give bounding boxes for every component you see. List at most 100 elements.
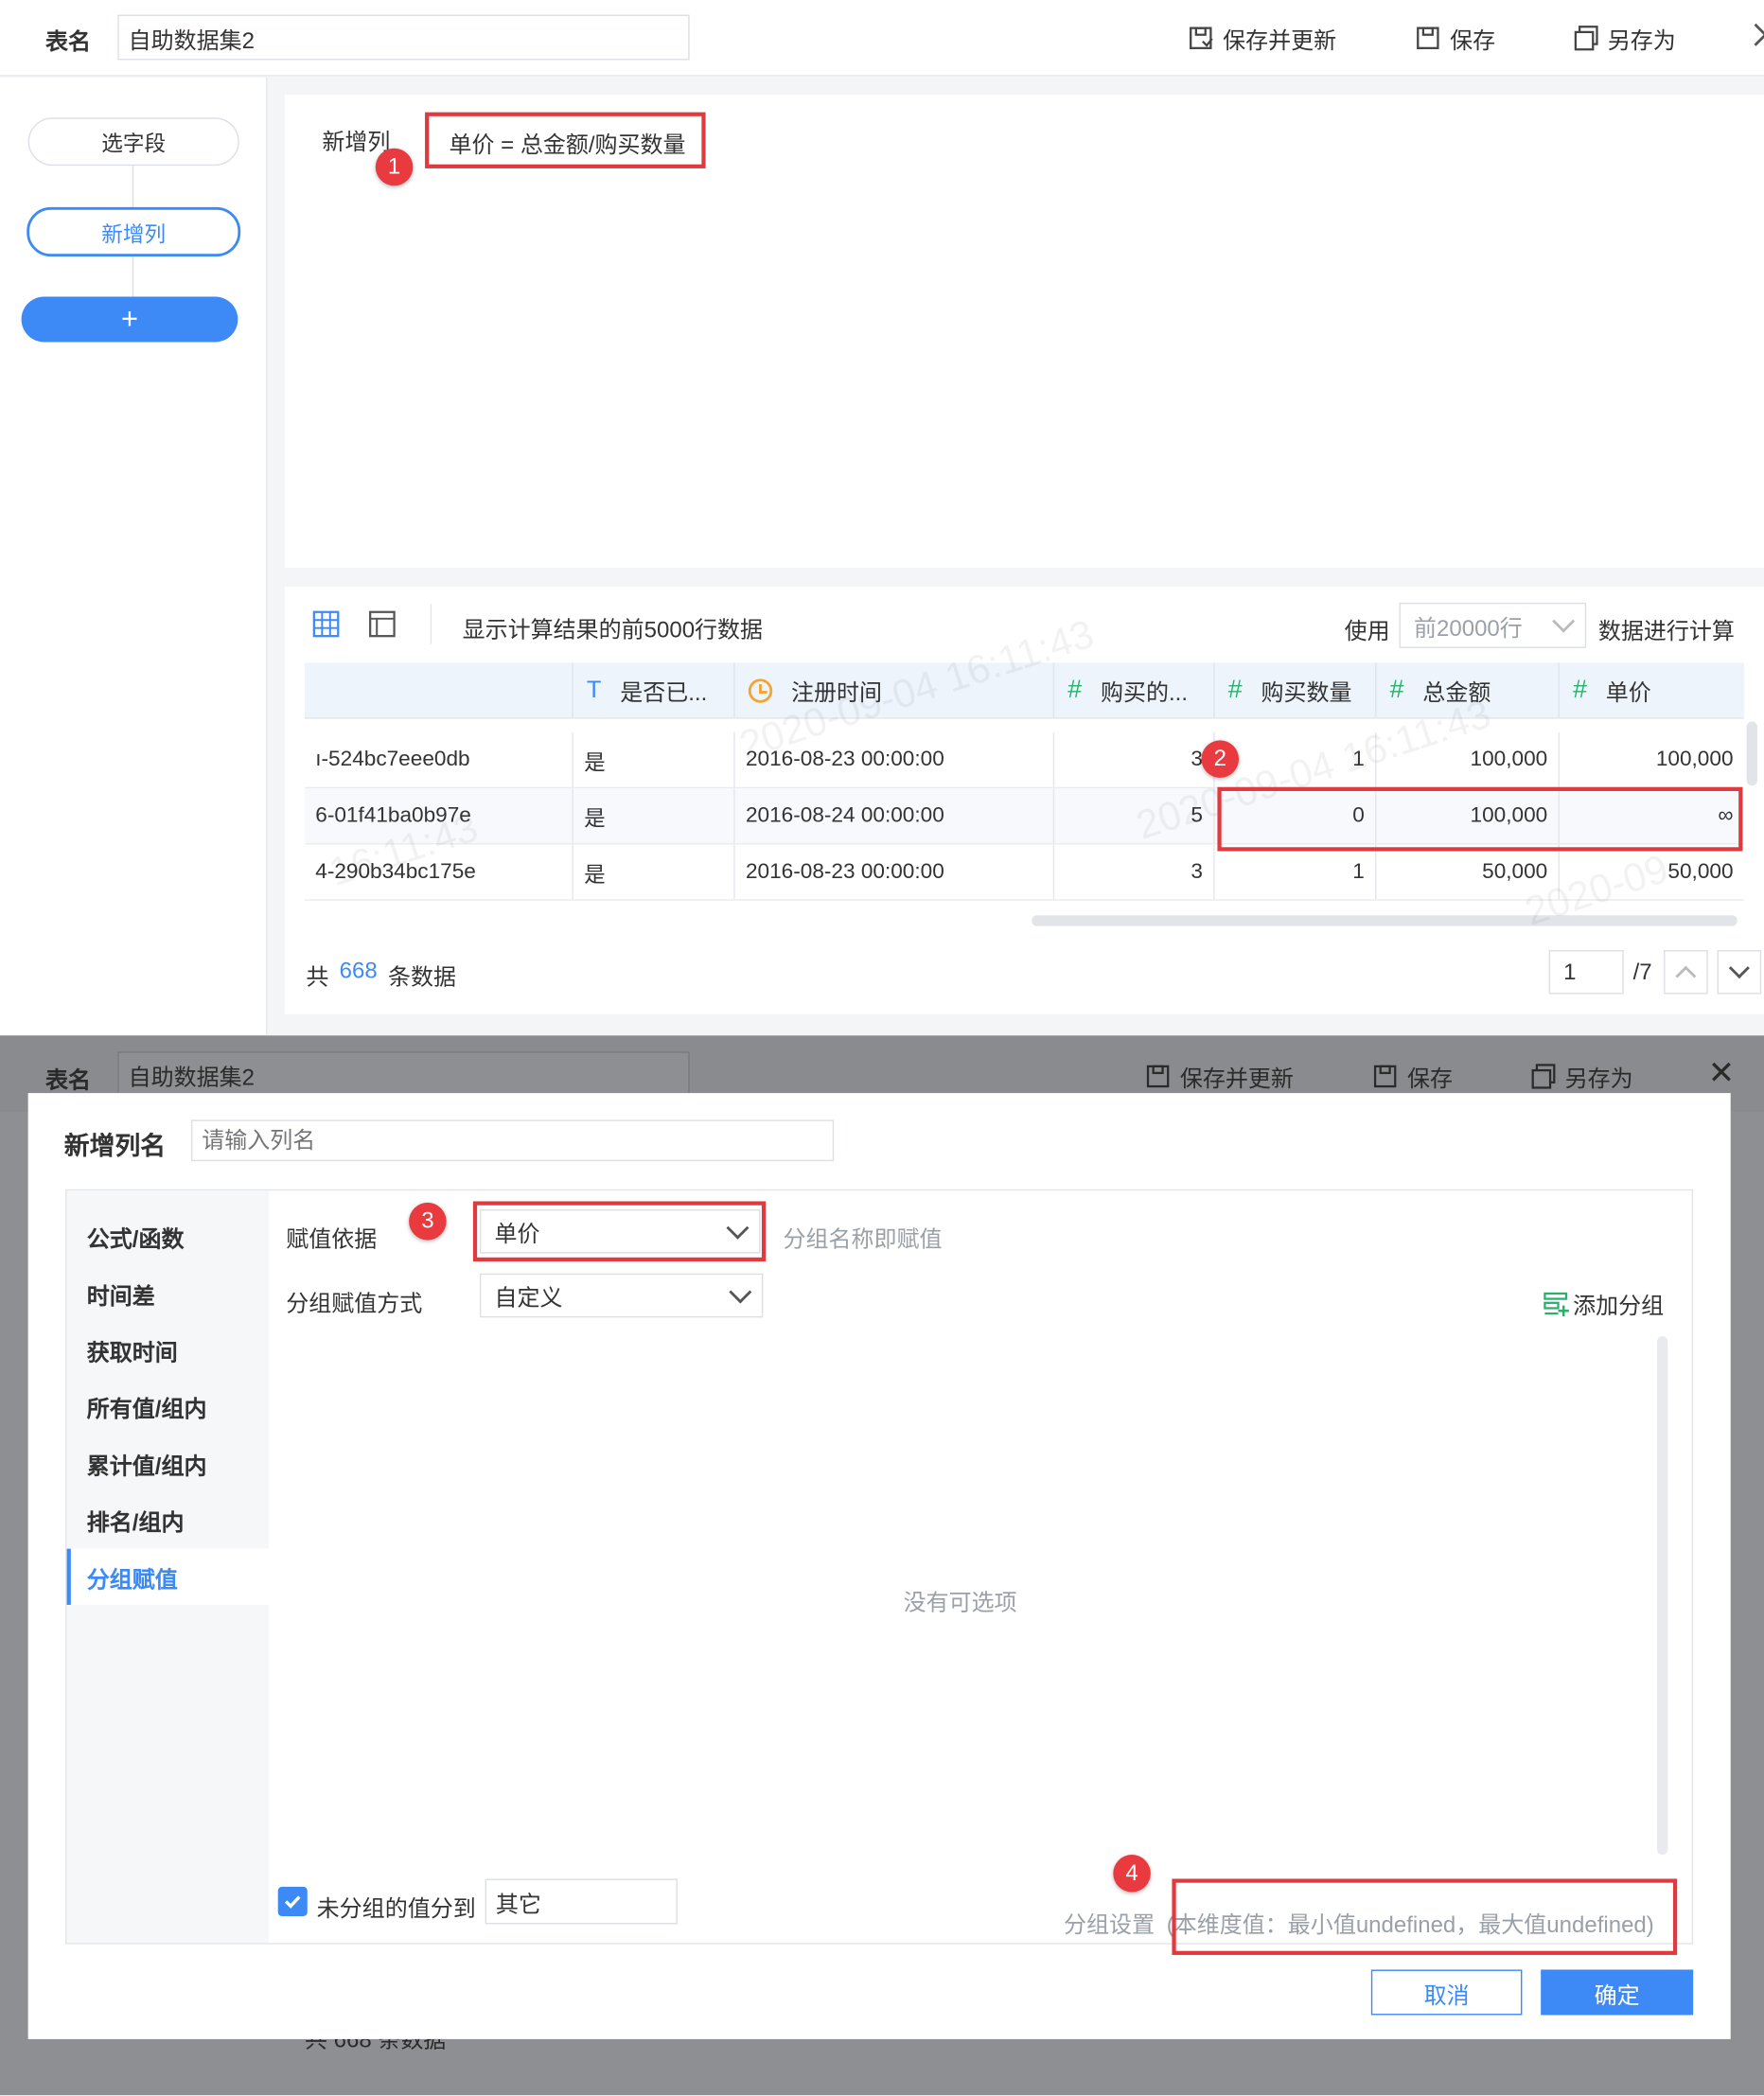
page-input[interactable]: 1 xyxy=(1548,950,1624,995)
nav-time-diff[interactable]: 时间差 xyxy=(67,1265,269,1321)
table-name-input[interactable]: 自助数据集2 xyxy=(117,14,690,61)
compute-label: 数据进行计算 xyxy=(1597,618,1735,644)
save-icon xyxy=(1373,1065,1397,1087)
dimmed-save-label: 保存 xyxy=(1406,1066,1453,1092)
confirm-button[interactable]: 确定 xyxy=(1541,1969,1694,2016)
table-row: ı-524bc7eee0db 是 2016-08-23 00:00:00 3 1… xyxy=(304,731,1744,789)
total-number: 668 xyxy=(339,958,378,984)
dimmed-save-update: 保存并更新 xyxy=(1145,1060,1294,1093)
layout-view-icon[interactable] xyxy=(369,610,396,638)
step-select-fields[interactable]: 选字段 xyxy=(27,117,239,167)
col-header-unit-price[interactable]: # 单价 xyxy=(1560,662,1744,717)
cancel-button[interactable]: 取消 xyxy=(1370,1969,1523,2016)
rows-select-value: 前20000行 xyxy=(1414,615,1523,642)
table-cell: 6-01f41ba0b97e xyxy=(305,788,573,844)
number-type-icon: # xyxy=(1227,675,1243,704)
col-header-register-time[interactable]: 注册时间 xyxy=(735,662,1055,718)
chevron-down-icon xyxy=(729,1279,752,1303)
save-update-icon xyxy=(1146,1065,1170,1087)
table-cell: 4-290b34bc175e xyxy=(305,844,573,900)
table-cell: 2016-08-23 00:00:00 xyxy=(735,844,1055,900)
vertical-scrollbar[interactable] xyxy=(1746,721,1757,786)
nav-cumulative[interactable]: 累计值/组内 xyxy=(67,1435,269,1491)
number-type-icon: # xyxy=(1573,675,1588,704)
check-icon xyxy=(284,1895,301,1909)
text-type-icon: T xyxy=(586,676,602,703)
col-header-total[interactable]: # 总金额 xyxy=(1376,662,1560,718)
col-header-label: 是否已... xyxy=(620,679,708,706)
page-down-button[interactable] xyxy=(1717,950,1762,995)
step-connector xyxy=(132,166,134,209)
save-update-icon xyxy=(1190,26,1213,49)
highlight-box-dimension xyxy=(1172,1878,1678,1955)
table-name-label: 表名 xyxy=(45,29,92,55)
col-header-is[interactable]: T 是否已... xyxy=(573,662,735,718)
ungrouped-value-input[interactable]: 其它 xyxy=(485,1878,678,1925)
empty-state-text: 没有可选项 xyxy=(903,1590,1017,1616)
highlight-box-infinity-row xyxy=(1217,786,1743,852)
dimmed-save: 保存 xyxy=(1372,1060,1453,1093)
formula-column-label: 新增列 xyxy=(322,129,391,155)
save-as-label: 另存为 xyxy=(1607,27,1676,54)
page-up-button[interactable] xyxy=(1664,950,1708,995)
total-prefix: 共 xyxy=(306,964,329,991)
table-cell: 是 xyxy=(573,844,735,900)
nav-formula[interactable]: 公式/函数 xyxy=(67,1208,269,1264)
table-cell: 50,000 xyxy=(1376,844,1560,900)
col-header-quantity[interactable]: # 购买数量 xyxy=(1215,662,1377,718)
step-badge-1: 1 xyxy=(375,148,414,186)
nav-all-values[interactable]: 所有值/组内 xyxy=(67,1378,269,1434)
table-cell: 2016-08-23 00:00:00 xyxy=(735,731,1055,787)
table-row: 4-290b34bc175e 是 2016-08-23 00:00:00 3 1… xyxy=(304,844,1744,901)
save-and-update-button[interactable]: 保存并更新 xyxy=(1188,22,1336,55)
add-group-icon xyxy=(1544,1292,1569,1316)
step-add-column[interactable]: 新增列 xyxy=(26,206,241,257)
chevron-down-icon xyxy=(1728,958,1750,979)
add-group-label: 添加分组 xyxy=(1573,1293,1665,1319)
step-badge-3: 3 xyxy=(409,1202,447,1241)
col-header-bought[interactable]: # 购买的... xyxy=(1054,662,1215,718)
dimmed-table-name-input: 自助数据集2 xyxy=(117,1051,690,1098)
nav-group-assign[interactable]: 分组赋值 xyxy=(66,1548,269,1605)
col-header-label: 单价 xyxy=(1605,679,1651,706)
nav-rank[interactable]: 排名/组内 xyxy=(67,1491,269,1547)
method-select-value: 自定义 xyxy=(494,1285,563,1312)
save-icon xyxy=(1417,26,1439,49)
group-list-scrollbar[interactable] xyxy=(1657,1336,1668,1856)
horizontal-scrollbar[interactable] xyxy=(1032,915,1738,926)
add-group-button[interactable]: 添加分组 xyxy=(1544,1287,1664,1320)
nav-get-time[interactable]: 获取时间 xyxy=(67,1322,269,1378)
method-select[interactable]: 自定义 xyxy=(479,1273,764,1318)
ungrouped-checkbox[interactable] xyxy=(277,1886,308,1916)
page-total: /7 xyxy=(1632,959,1652,985)
grid-view-icon[interactable] xyxy=(312,610,340,638)
close-icon[interactable]: ✕ xyxy=(1708,1058,1735,1090)
dimmed-save-update-label: 保存并更新 xyxy=(1179,1066,1294,1092)
save-and-update-label: 保存并更新 xyxy=(1223,27,1337,54)
basis-label: 赋值依据 xyxy=(286,1226,378,1253)
table-cell: 2016-08-24 00:00:00 xyxy=(735,788,1055,844)
dimmed-table-name-label: 表名 xyxy=(45,1067,92,1094)
column-name-label: 新增列名 xyxy=(63,1133,167,1162)
chevron-up-icon xyxy=(1675,965,1697,987)
save-label: 保存 xyxy=(1450,27,1496,54)
table-cell: 5 xyxy=(1054,788,1215,844)
save-as-button[interactable]: 另存为 xyxy=(1573,22,1676,55)
total-count: 共 668 条数据 xyxy=(306,958,456,991)
rows-select[interactable]: 前20000行 xyxy=(1399,602,1587,648)
save-as-icon xyxy=(1574,25,1598,50)
basis-hint: 分组名称即赋值 xyxy=(783,1226,943,1253)
preview-table: T 是否已... 注册时间 # 购买的... # 购买数量 # 总金额 # 单价 ı-52… xyxy=(304,662,1744,901)
table-cell: 50,000 xyxy=(1667,859,1734,883)
col-header-id[interactable] xyxy=(305,662,573,718)
add-step-button[interactable]: + xyxy=(21,296,238,343)
save-button[interactable]: 保存 xyxy=(1415,22,1495,55)
table-cell: 1 xyxy=(1215,731,1377,787)
total-suffix: 条数据 xyxy=(388,964,457,991)
save-as-icon xyxy=(1531,1063,1556,1088)
col-header-label: 注册时间 xyxy=(790,679,882,706)
number-type-icon: # xyxy=(1389,675,1404,704)
formula-expression[interactable]: 单价 = 总金额/购买数量 xyxy=(449,126,685,159)
table-cell: 1 xyxy=(1215,844,1377,900)
column-name-input[interactable] xyxy=(190,1119,835,1162)
